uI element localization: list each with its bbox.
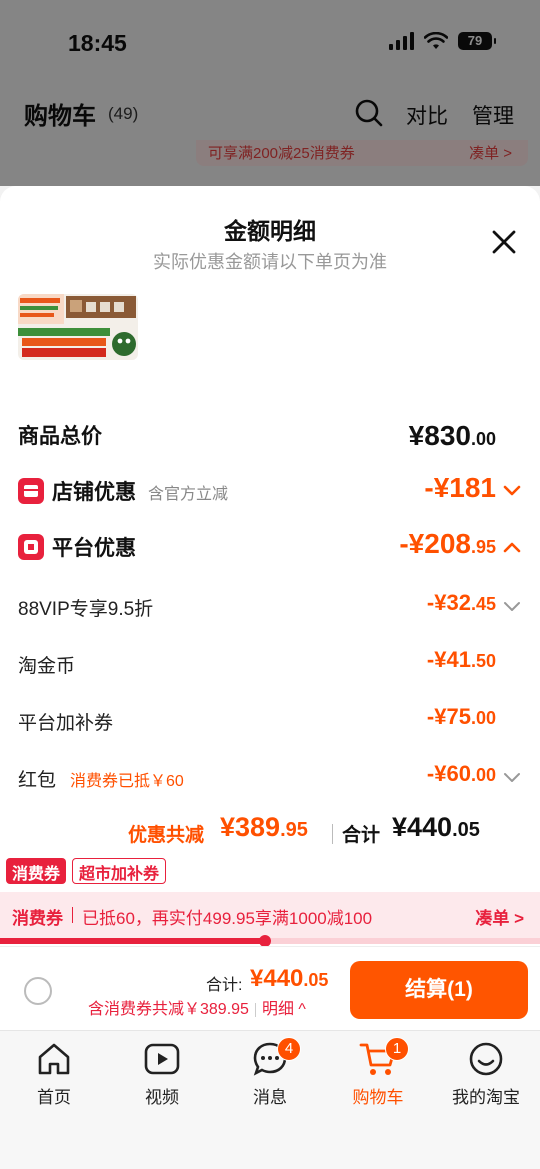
tab-profile[interactable]: 我的淘宝 bbox=[441, 1039, 531, 1108]
goods-total-amount: ¥830.00 bbox=[408, 420, 496, 451]
checkout-bar: 合计: ¥440.05 含消费券共减￥389.95 明细 ^ 结算(1) bbox=[0, 946, 540, 1030]
gold-coin-amount: -¥41.50 bbox=[426, 647, 496, 672]
coupon-bar-divider bbox=[72, 907, 73, 923]
checkout-total-label: 合计: bbox=[206, 977, 243, 994]
red-packet-note: 消费券已抵￥60 bbox=[70, 773, 184, 790]
tab-cart-label: 购物车 bbox=[352, 1088, 404, 1107]
red-packet-row[interactable]: 红包 消费券已抵￥60 -¥60.00 bbox=[0, 757, 540, 801]
add-items-link[interactable]: 凑单 > bbox=[475, 904, 524, 929]
platform-discount-amount: -¥208.95 bbox=[399, 528, 496, 559]
tab-video-label: 视频 bbox=[145, 1088, 179, 1107]
goods-total-label: 商品总价 bbox=[18, 425, 102, 448]
shop-discount-row[interactable]: 店铺优惠 含官方立减 -¥181 bbox=[0, 472, 540, 518]
checkout-total-amount: ¥440.05 bbox=[250, 965, 329, 992]
gold-coin-label: 淘金币 bbox=[18, 656, 76, 677]
tab-messages[interactable]: 4 消息 bbox=[225, 1037, 315, 1108]
red-packet-amount: -¥60.00 bbox=[426, 761, 496, 786]
sheet-subtitle: 实际优惠金额请以下单页为准 bbox=[153, 252, 387, 272]
goods-total-row: 商品总价 ¥830.00 bbox=[0, 418, 540, 462]
vip-discount-row[interactable]: 88VIP专享9.5折 -¥32.45 bbox=[0, 586, 540, 630]
coupon-progress-track bbox=[0, 935, 540, 947]
messages-badge: 4 bbox=[277, 1037, 301, 1061]
vip-discount-label: 88VIP专享9.5折 bbox=[18, 599, 154, 620]
checkout-button[interactable]: 结算(1) bbox=[350, 961, 528, 1019]
dim-overlay[interactable] bbox=[0, 0, 540, 186]
platform-coupon-amount: -¥75.00 bbox=[426, 704, 496, 729]
summary-divider bbox=[332, 824, 333, 844]
shop-discount-amount: -¥181 bbox=[424, 472, 496, 503]
tab-messages-label: 消息 bbox=[253, 1088, 287, 1107]
tag-consumer-coupon: 消费券 bbox=[6, 858, 67, 884]
tab-home[interactable]: 首页 bbox=[9, 1039, 99, 1108]
platform-discount-row[interactable]: 平台优惠 -¥208.95 bbox=[0, 528, 540, 574]
checkout-discount-detail: 含消费券共减￥389.95 明细 ^ bbox=[88, 1001, 306, 1018]
close-icon[interactable] bbox=[488, 226, 520, 258]
shop-discount-note: 含官方立减 bbox=[148, 486, 229, 503]
tab-video[interactable]: 视频 bbox=[117, 1039, 207, 1108]
tab-home-label: 首页 bbox=[37, 1088, 71, 1107]
discount-total-amount: ¥389.95 bbox=[220, 812, 308, 842]
shop-icon bbox=[18, 478, 44, 504]
platform-coupon-row: 平台加补券 -¥75.00 bbox=[0, 700, 540, 744]
amount-detail-sheet: 金额明细 实际优惠金额请以下单页为准 商品总价 ¥830.00 店铺优惠 含官方… bbox=[0, 186, 540, 947]
coupon-bar-label: 消费券 bbox=[12, 909, 63, 928]
platform-icon bbox=[18, 534, 44, 560]
profile-icon bbox=[469, 1042, 503, 1076]
tab-cart[interactable]: 1 购物车 bbox=[333, 1037, 423, 1108]
tag-supermarket-coupon: 超市加补券 bbox=[72, 858, 167, 884]
grand-total-amount: ¥440.05 bbox=[392, 812, 480, 842]
chevron-down-icon[interactable] bbox=[502, 771, 522, 785]
gold-coin-row: 淘金币 -¥41.50 bbox=[0, 643, 540, 687]
red-packet-label: 红包 消费券已抵￥60 bbox=[18, 770, 184, 791]
sheet-title: 金额明细 bbox=[224, 218, 316, 244]
select-all-checkbox[interactable] bbox=[24, 977, 52, 1005]
platform-discount-label: 平台优惠 bbox=[52, 537, 136, 560]
chevron-down-icon[interactable] bbox=[502, 484, 522, 498]
tab-profile-label: 我的淘宝 bbox=[452, 1088, 520, 1107]
vip-discount-amount: -¥32.45 bbox=[426, 590, 496, 615]
bottom-tab-bar: 首页 视频 4 消息 1 购物车 我的淘宝 bbox=[0, 1030, 540, 1169]
coupon-bar-text: 已抵60，再实付499.95享满1000减100 bbox=[82, 909, 373, 928]
grand-total-label: 合计 bbox=[342, 825, 381, 846]
coupon-tags: 消费券 超市加补券 bbox=[6, 858, 167, 884]
coupon-progress-fill bbox=[0, 938, 265, 944]
home-icon bbox=[38, 1043, 70, 1075]
platform-coupon-label: 平台加补券 bbox=[18, 713, 114, 734]
chevron-up-icon[interactable] bbox=[502, 540, 522, 554]
discount-summary: 优惠共减 ¥389.95 合计 ¥440.05 bbox=[0, 812, 540, 852]
discount-total-label: 优惠共减 bbox=[128, 825, 205, 846]
video-icon bbox=[144, 1043, 180, 1075]
shop-discount-label: 店铺优惠 含官方立减 bbox=[52, 481, 229, 504]
cart-badge: 1 bbox=[385, 1037, 409, 1061]
coupon-progress-bar[interactable]: 消费券 已抵60，再实付499.95享满1000减100 凑单 > bbox=[0, 892, 540, 938]
product-thumbnail bbox=[18, 294, 138, 360]
detail-toggle[interactable]: 明细 ^ bbox=[262, 1001, 306, 1018]
chevron-down-icon[interactable] bbox=[502, 600, 522, 614]
